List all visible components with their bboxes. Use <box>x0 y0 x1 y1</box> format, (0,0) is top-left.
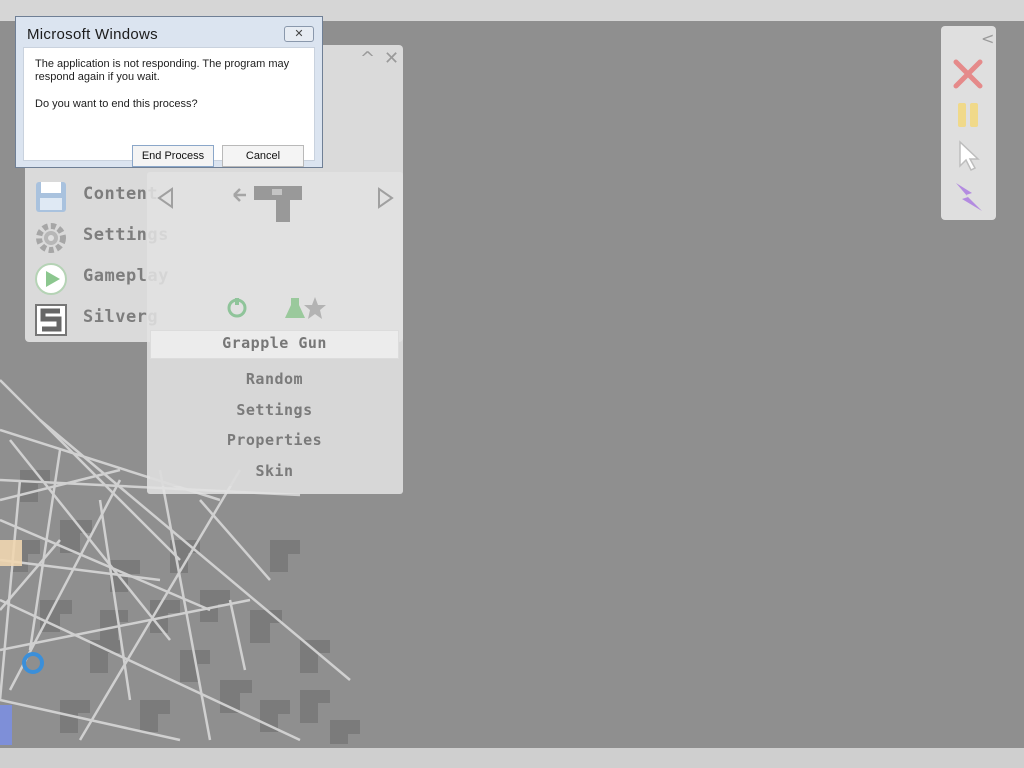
dialog-close-button[interactable]: ✕ <box>284 26 314 42</box>
gear-icon <box>36 223 66 253</box>
end-process-button[interactable]: End Process <box>132 145 214 167</box>
dialog-title: Microsoft Windows <box>27 26 158 43</box>
play-icon <box>35 263 67 295</box>
close-x-icon[interactable] <box>950 56 986 92</box>
lightning-icon[interactable] <box>950 179 986 215</box>
weapon-name: Grapple Gun <box>222 334 327 352</box>
weapon-option-properties[interactable]: Properties <box>150 425 399 455</box>
bottom-letterbox-bar <box>0 748 1024 768</box>
next-weapon-button[interactable] <box>374 186 396 210</box>
menu-close-button[interactable]: ✕ <box>384 48 399 69</box>
grapple-gun-icon <box>233 186 302 222</box>
weapon-option-settings[interactable]: Settings <box>150 395 399 425</box>
dialog-question: Do you want to end this process? <box>35 98 198 110</box>
flask-star-icon[interactable] <box>283 294 327 322</box>
cursor-icon[interactable] <box>950 138 986 174</box>
power-toggle-icon[interactable] <box>225 296 249 320</box>
floppy-disk-icon <box>36 182 66 212</box>
dialog-body: The application is not responding. The p… <box>23 47 315 167</box>
weapon-option-skin[interactable]: Skin <box>150 456 399 486</box>
dialog-message: The application is not responding. The p… <box>35 58 290 83</box>
menu-collapse-button[interactable]: ^ <box>360 48 375 69</box>
weapon-option-random[interactable]: Random <box>150 364 399 394</box>
not-responding-dialog: Microsoft Windows ✕ The application is n… <box>15 16 323 168</box>
pause-icon[interactable] <box>950 97 986 133</box>
cancel-button[interactable]: Cancel <box>222 145 304 167</box>
silvergun-logo-icon <box>35 304 67 336</box>
previous-weapon-button[interactable] <box>155 186 177 210</box>
toolbar-collapse-button[interactable]: < <box>981 29 994 48</box>
